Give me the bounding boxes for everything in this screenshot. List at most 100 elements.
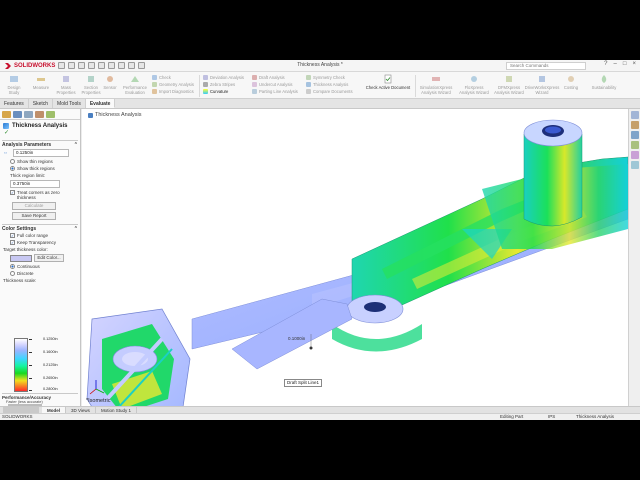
design-library-icon[interactable] — [630, 121, 639, 129]
section-analysis-parameters[interactable]: Analysis Parameters ⌃ — [2, 140, 78, 148]
scale-tick — [29, 339, 32, 340]
help-icon[interactable]: ? — [604, 61, 607, 67]
target-color-swatch[interactable] — [10, 254, 32, 262]
compare-documents-button[interactable]: Compare Documents — [306, 88, 353, 94]
scale-value-3: 0.2650in — [43, 376, 58, 380]
property-manager-icon[interactable] — [13, 111, 22, 118]
calculate-button[interactable]: Calculate — [12, 202, 56, 210]
solidworks-resources-icon[interactable] — [630, 111, 639, 119]
discrete-row[interactable]: Discrete — [0, 270, 80, 277]
sensor-icon — [107, 76, 113, 82]
full-color-checkbox[interactable]: ✓ — [10, 233, 15, 238]
check-button[interactable]: Check — [152, 74, 194, 80]
compare-documents-icon — [306, 88, 311, 94]
check-group: Check Geometry Analysis Import Diagnosti… — [152, 74, 194, 94]
collapse-icon[interactable]: ⌃ — [74, 142, 78, 148]
section-properties-button[interactable]: Section Properties — [80, 74, 102, 95]
tab-evaluate[interactable]: Evaluate — [85, 99, 116, 108]
full-color-row[interactable]: ✓ Full color range — [0, 232, 80, 239]
undercut-analysis-button[interactable]: Undercut Analysis — [252, 81, 298, 87]
thickness-analysis-icon — [306, 81, 311, 87]
measure-icon — [37, 78, 45, 81]
status-bar: SOLIDWORKS Editing Part IPS Thickness An… — [0, 413, 640, 420]
custom-properties-icon[interactable] — [630, 161, 639, 169]
draft-split-line-label[interactable]: Draft Split Line1 — [284, 379, 323, 387]
geometry-analysis-button[interactable]: Geometry Analysis — [152, 81, 194, 87]
dfmxpress-icon — [506, 76, 512, 82]
show-thick-radio[interactable] — [10, 166, 15, 171]
driveworksxpress-button[interactable]: DriveWorksXpress Wizard — [525, 74, 559, 95]
display-manager-icon[interactable] — [46, 111, 55, 118]
thickness-analysis-button[interactable]: Thickness Analysis — [306, 81, 353, 87]
floxpress-button[interactable]: FloXpress Analysis Wizard — [457, 74, 491, 95]
dfmxpress-button[interactable]: DFMXpress Analysis Wizard — [492, 74, 526, 95]
property-manager: Thickness Analysis ✓ Analysis Parameters… — [0, 109, 81, 409]
analysis-group-1: Deviation Analysis Zebra Stripes Curvatu… — [203, 74, 244, 94]
appearances-icon[interactable] — [630, 151, 639, 159]
status-units[interactable]: IPS — [548, 414, 555, 420]
view-palette-icon[interactable] — [630, 141, 639, 149]
keep-transparency-row[interactable]: ✓ Keep Transparency — [0, 239, 80, 246]
curvature-button[interactable]: Curvature — [203, 88, 244, 94]
tab-features[interactable]: Features — [0, 99, 29, 108]
mass-properties-button[interactable]: Mass Properties — [55, 74, 77, 95]
show-thin-row[interactable]: Show thin regions — [0, 158, 80, 165]
performance-evaluation-button[interactable]: Performance Evaluation — [122, 74, 148, 95]
bottom-tabs: Model 3D Views Motion Study 1 — [0, 406, 640, 414]
scale-value-2: 0.2125in — [43, 363, 58, 367]
symmetry-check-button[interactable]: Symmetry Check — [306, 74, 353, 80]
draft-analysis-button[interactable]: Draft Analysis — [252, 74, 298, 80]
keep-transparency-checkbox[interactable]: ✓ — [10, 240, 15, 245]
command-manager-ribbon: Design Study Measure Mass Properties Sec… — [0, 72, 640, 99]
discrete-radio[interactable] — [10, 271, 15, 276]
close-icon[interactable]: × — [632, 61, 636, 67]
zebra-stripes-button[interactable]: Zebra Stripes — [203, 81, 244, 87]
target-thickness-input[interactable]: 0.1250in — [13, 149, 69, 157]
dimension-label[interactable]: 0.1000in — [288, 336, 305, 341]
minimize-icon[interactable]: – — [614, 61, 617, 67]
configuration-manager-icon[interactable] — [24, 111, 33, 118]
feature-tree-icon[interactable] — [2, 111, 11, 118]
scale-tick — [29, 390, 32, 391]
measure-button[interactable]: Measure — [31, 74, 51, 90]
treat-corners-row[interactable]: ✓ Treat corners as zero thickness — [0, 189, 80, 201]
import-diagnostics-button[interactable]: Import Diagnostics — [152, 88, 194, 94]
costing-button[interactable]: Costing — [561, 74, 581, 90]
parting-line-analysis-button[interactable]: Parting Line Analysis — [252, 88, 298, 94]
task-pane-strip — [628, 109, 640, 406]
check-active-document-button[interactable]: Check Active Document — [362, 74, 414, 90]
part-model[interactable] — [82, 109, 628, 406]
deviation-analysis-button[interactable]: Deviation Analysis — [203, 74, 244, 80]
ok-checkmark-icon[interactable]: ✓ — [0, 130, 80, 137]
view-orientation-label: *Isometric — [86, 398, 111, 404]
show-thin-radio[interactable] — [10, 159, 15, 164]
save-report-button[interactable]: Save Report — [12, 212, 56, 220]
sensor-button[interactable]: Sensor — [102, 74, 118, 90]
design-study-icon — [10, 76, 18, 82]
continuous-radio[interactable] — [10, 264, 15, 269]
save-report-row: Save Report — [0, 211, 80, 221]
tab-sketch[interactable]: Sketch — [29, 99, 54, 108]
simulationxpress-button[interactable]: SimulationXpress Analysis Wizard — [417, 74, 455, 95]
edit-color-button[interactable]: Edit Color... — [34, 254, 64, 262]
section-color-settings[interactable]: Color Settings ⌃ — [2, 224, 78, 232]
panel-tabs — [0, 109, 80, 120]
maximize-icon[interactable]: □ — [623, 61, 627, 67]
status-editing: Editing Part — [500, 414, 524, 419]
window-controls: ? – □ × — [604, 61, 636, 67]
section-performance[interactable]: Performance/Accuracy — [2, 393, 78, 400]
search-commands-input[interactable]: Search Commands — [506, 62, 586, 70]
collapse-icon[interactable]: ⌃ — [74, 226, 78, 232]
file-explorer-icon[interactable] — [630, 131, 639, 139]
sustainability-button[interactable]: Sustainability — [588, 74, 620, 90]
tab-mold-tools[interactable]: Mold Tools — [53, 99, 86, 108]
parting-line-analysis-icon — [252, 88, 257, 94]
treat-corners-checkbox[interactable]: ✓ — [10, 190, 15, 195]
graphics-area[interactable]: Thickness Analysis 0.1000in Draft Split … — [82, 109, 628, 406]
dimxpert-icon[interactable] — [35, 111, 44, 118]
show-thick-row[interactable]: Show thick regions — [0, 165, 80, 172]
design-study-button[interactable]: Design Study — [3, 74, 25, 95]
ribbon-separator — [415, 75, 416, 97]
continuous-row[interactable]: Continuous — [0, 263, 80, 270]
thick-limit-input[interactable]: 0.3750in — [10, 180, 60, 188]
